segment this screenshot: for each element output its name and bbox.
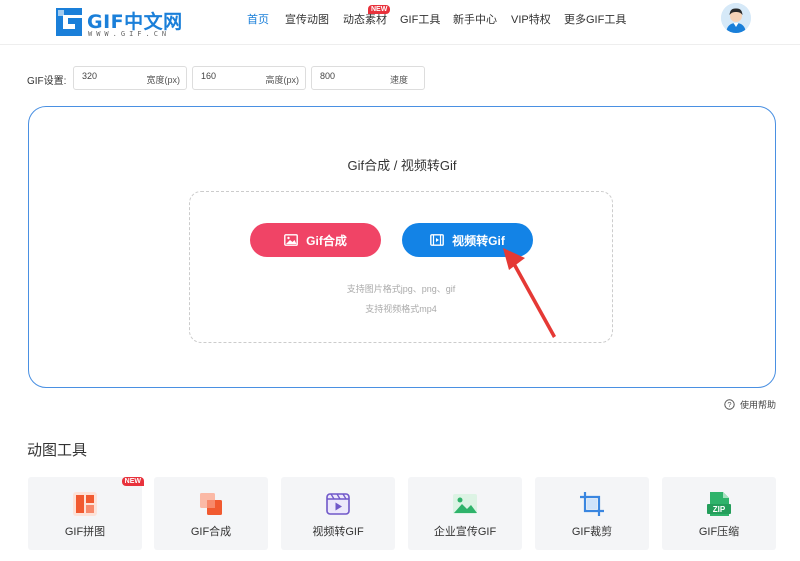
picture-icon (453, 494, 477, 514)
tool-label: GIF拼图 (64, 526, 106, 538)
tool-label: GIF合成 (190, 526, 232, 538)
logo-subtext: WWW.GIF.CN (88, 30, 171, 38)
question-icon: ? (724, 399, 735, 410)
width-unit: 宽度(px) (146, 75, 181, 85)
tools-section-title: 动图工具 (27, 442, 88, 459)
nav-more-tools[interactable]: 更多GIF工具 (564, 11, 626, 27)
speed-setting: 速度 (311, 66, 425, 90)
tool-label: GIF压缩 (698, 526, 740, 538)
merge-icon (200, 493, 222, 515)
film-icon (430, 234, 445, 246)
svg-text:ZIP: ZIP (713, 505, 726, 514)
help-link[interactable]: ? 使用帮助 (724, 398, 776, 411)
nav-new-badge: NEW (368, 5, 391, 14)
upload-card: Gif合成 / 视频转Gif Gif合成 视频转Gif 支持图片格式jpg、pn… (28, 106, 776, 388)
nav-gif-tools[interactable]: GIF工具 (400, 11, 440, 27)
upload-title: Gif合成 / 视频转Gif (347, 158, 457, 173)
tool-label: GIF裁剪 (571, 526, 613, 538)
puzzle-icon (73, 492, 97, 516)
height-setting: 高度(px) (192, 66, 306, 90)
height-input[interactable] (201, 71, 256, 81)
zip-icon: ZIP (707, 492, 731, 516)
settings-label: GIF设置: (27, 76, 67, 87)
nav-home[interactable]: 首页 (247, 11, 269, 27)
header: GIF中文网 WWW.GIF.CN 首页 宣传动图 动态素材 NEW GIF工具… (0, 0, 800, 45)
gif-merge-button[interactable]: Gif合成 (250, 223, 381, 257)
width-input[interactable] (82, 71, 137, 81)
tool-label: 企业宣传GIF (433, 526, 497, 538)
crop-icon (580, 492, 604, 516)
tool-gif-crop[interactable]: GIF裁剪 (535, 477, 649, 550)
tool-gif-merge[interactable]: GIF合成 (154, 477, 268, 550)
logo-icon (56, 8, 82, 36)
tool-gif-compress[interactable]: ZIP GIF压缩 (662, 477, 776, 550)
speed-input[interactable] (320, 71, 375, 81)
svg-text:?: ? (727, 400, 731, 409)
tool-enterprise-gif[interactable]: 企业宣传GIF (408, 477, 522, 550)
tool-gif-puzzle[interactable]: GIF拼图 NEW (28, 477, 144, 550)
tool-video-to-gif[interactable]: 视频转GIF (281, 477, 395, 550)
red-arrow-annotation (503, 248, 556, 338)
image-icon (284, 234, 299, 246)
video-icon (326, 493, 350, 515)
user-avatar-icon (721, 3, 751, 33)
nav-beginner-center[interactable]: 新手中心 (453, 11, 497, 27)
speed-unit: 速度 (389, 75, 408, 85)
tool-new-badge: NEW (121, 477, 144, 486)
logo[interactable]: GIF中文网 WWW.GIF.CN (54, 6, 184, 40)
nav-vip[interactable]: VIP特权 (511, 11, 551, 27)
avatar[interactable] (721, 3, 751, 33)
tool-label: 视频转GIF (312, 526, 364, 538)
gif-merge-label: Gif合成 (306, 233, 347, 248)
height-unit: 高度(px) (265, 75, 300, 85)
help-label: 使用帮助 (740, 400, 777, 410)
width-setting: 宽度(px) (73, 66, 187, 90)
nav-promo-gif[interactable]: 宣传动图 (285, 11, 329, 27)
